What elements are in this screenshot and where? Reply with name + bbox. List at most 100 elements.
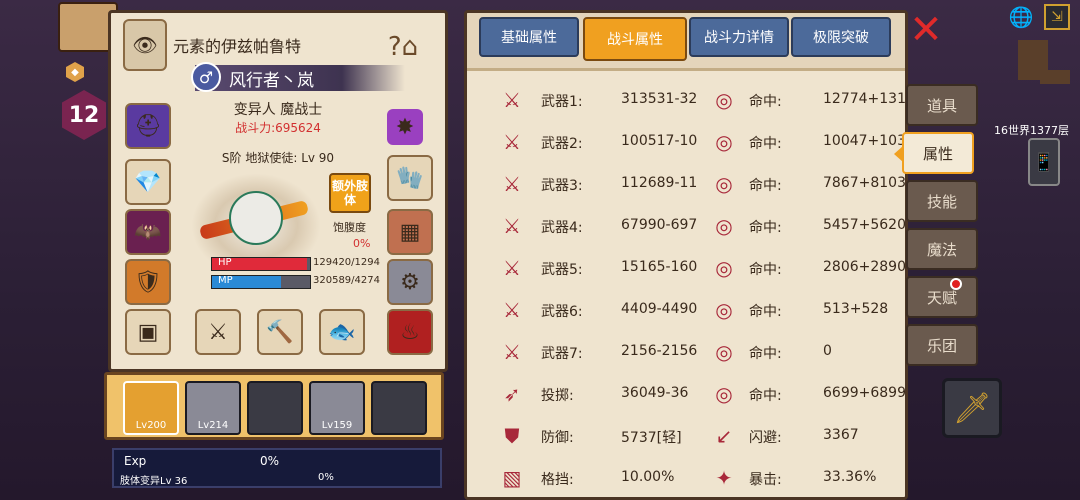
- relic-slot[interactable]: ♨: [387, 309, 433, 355]
- weapon-slot-3[interactable]: 🐟: [319, 309, 365, 355]
- stat-row: ⚔ 武器7: 2156-2156 ◎ 命中: 0: [467, 333, 905, 371]
- hp-label: HP: [218, 257, 232, 268]
- tab-combat-attributes[interactable]: 战斗属性: [583, 17, 687, 61]
- stat-value: 112689-11: [621, 175, 698, 191]
- close-icon[interactable]: ✕: [908, 10, 944, 50]
- team-slot-level: Lv214: [197, 420, 229, 431]
- glove-slot[interactable]: 🧤: [387, 155, 433, 201]
- stat-value: 313531-32: [621, 91, 698, 107]
- stat-value: 36049-36: [621, 385, 689, 401]
- team-slot-1[interactable]: Lv200: [123, 381, 179, 435]
- sword-icon: ⚔: [503, 130, 521, 154]
- stat-value-2: 33.36%: [823, 469, 877, 485]
- stats-panel: 基础属性 战斗属性 战斗力详情 极限突破 ⚔ 武器1: 313531-32 ◎ 命中: 1…: [464, 10, 908, 500]
- stat-row: ⚔ 武器4: 67990-697 ◎ 命中: 5457+5620: [467, 207, 905, 245]
- phone-icon[interactable]: 📱: [1028, 138, 1060, 186]
- hero-figure: [229, 191, 283, 245]
- necklace-slot[interactable]: 💎: [125, 159, 171, 205]
- hp-bar: HP: [211, 257, 311, 271]
- cape-slot[interactable]: 🦇: [125, 209, 171, 255]
- block-icon: ▧: [502, 466, 522, 490]
- stat-row: ⛊ 防御: 5737[轻] ↙ 闪避: 3367: [467, 417, 905, 455]
- stat-label: 武器7:: [541, 346, 583, 362]
- floor-text: 16世界1377层: [994, 124, 1069, 137]
- menu-skills[interactable]: 技能: [906, 180, 978, 222]
- stat-value: 5737[轻]: [621, 430, 682, 446]
- team-slot-5[interactable]: [371, 381, 427, 435]
- team-bar: Lv200 Lv214 Lv159: [104, 372, 444, 440]
- stat-value-2: 3367: [823, 427, 859, 443]
- belt-slot[interactable]: ▦: [387, 209, 433, 255]
- globe-icon[interactable]: 🌐: [1008, 4, 1034, 30]
- boots-slot[interactable]: ⚙: [387, 259, 433, 305]
- stat-label-2: 闪避:: [749, 430, 782, 446]
- stat-label: 格挡:: [541, 472, 574, 488]
- satiety-label: 饱腹度: [333, 221, 366, 234]
- stat-value-2: 12774+131: [823, 91, 906, 107]
- stat-value: 100517-10: [621, 133, 698, 149]
- stat-value-2: 513+528: [823, 301, 889, 317]
- hero-sprite: [191, 173, 321, 268]
- tab-basic-attributes[interactable]: 基础属性: [479, 17, 579, 57]
- stat-row: ⚔ 武器2: 100517-10 ◎ 命中: 10047+103: [467, 123, 905, 161]
- team-slot-3[interactable]: [247, 381, 303, 435]
- stat-value-2: 5457+5620: [823, 217, 906, 233]
- stat-label-2: 命中:: [749, 304, 782, 320]
- target-icon: ◎: [715, 340, 733, 364]
- sword-action-icon[interactable]: 🗡: [942, 378, 1002, 438]
- stat-label-2: 命中:: [749, 388, 782, 404]
- dodge-icon: ↙: [715, 424, 733, 448]
- sword-icon: ⚔: [503, 298, 521, 322]
- menu-items[interactable]: 道具: [906, 84, 978, 126]
- notification-dot: [950, 278, 962, 290]
- stat-row: ⚔ 武器5: 15165-160 ◎ 命中: 2806+2890: [467, 249, 905, 287]
- menu-attributes[interactable]: 属性: [894, 132, 974, 174]
- stat-label: 武器1:: [541, 94, 583, 110]
- sword-icon: ⚔: [503, 172, 521, 196]
- eye-emblem-icon: 👁: [123, 19, 167, 71]
- exit-icon[interactable]: ⇲: [1044, 4, 1070, 30]
- mp-label: MP: [218, 275, 233, 286]
- target-icon: ◎: [715, 130, 733, 154]
- team-slot-4[interactable]: Lv159: [309, 381, 365, 435]
- gem-slot[interactable]: ▣: [125, 309, 171, 355]
- weapon-slot-2[interactable]: 🔨: [257, 309, 303, 355]
- helmet-slot[interactable]: ⛑: [125, 103, 171, 149]
- stat-row: ⚔ 武器6: 4409-4490 ◎ 命中: 513+528: [467, 291, 905, 329]
- stat-value: 4409-4490: [621, 301, 698, 317]
- menu-talents[interactable]: 天赋: [906, 276, 978, 318]
- weapon-slot-1[interactable]: ⚔: [195, 309, 241, 355]
- target-icon: ◎: [715, 214, 733, 238]
- stat-label-2: 命中:: [749, 346, 782, 362]
- menu-magic[interactable]: 魔法: [906, 228, 978, 270]
- stat-label-2: 命中:: [749, 262, 782, 278]
- stat-value-2: 6699+6899: [823, 385, 906, 401]
- tab-limit-break[interactable]: 极限突破: [791, 17, 891, 57]
- stat-row: ▧ 格挡: 10.00% ✦ 暴击: 33.36%: [467, 459, 905, 497]
- stat-label: 武器2:: [541, 136, 583, 152]
- stats-tabs: 基础属性 战斗属性 战斗力详情 极限突破: [467, 13, 905, 71]
- tab-power-details[interactable]: 战斗力详情: [689, 17, 789, 57]
- stat-value: 67990-697: [621, 217, 698, 233]
- target-icon: ◎: [715, 298, 733, 322]
- accessory-slot[interactable]: ✸: [387, 109, 423, 145]
- menu-band[interactable]: 乐团: [906, 324, 978, 366]
- male-icon: ♂: [191, 62, 221, 92]
- stat-label-2: 命中:: [749, 178, 782, 194]
- armor-slot[interactable]: 🛡: [125, 259, 171, 305]
- target-icon: ◎: [715, 382, 733, 406]
- team-slot-level: Lv200: [135, 420, 167, 431]
- sword-icon: ⚔: [503, 256, 521, 280]
- stat-label-2: 命中:: [749, 136, 782, 152]
- extra-limb-button[interactable]: 额外肢体: [329, 173, 371, 213]
- stat-value-2: 7867+8103: [823, 175, 906, 191]
- team-slot-2[interactable]: Lv214: [185, 381, 241, 435]
- stat-label: 武器5:: [541, 262, 583, 278]
- stat-row: ⚔ 武器3: 112689-11 ◎ 命中: 7867+8103: [467, 165, 905, 203]
- stat-value: 15165-160: [621, 259, 698, 275]
- hanger-icon[interactable]: ?⌂: [373, 25, 433, 69]
- exp-label: Exp: [124, 454, 147, 468]
- crit-icon: ✦: [715, 466, 733, 490]
- sword-icon: ⚔: [503, 88, 521, 112]
- stat-value-2: 2806+2890: [823, 259, 906, 275]
